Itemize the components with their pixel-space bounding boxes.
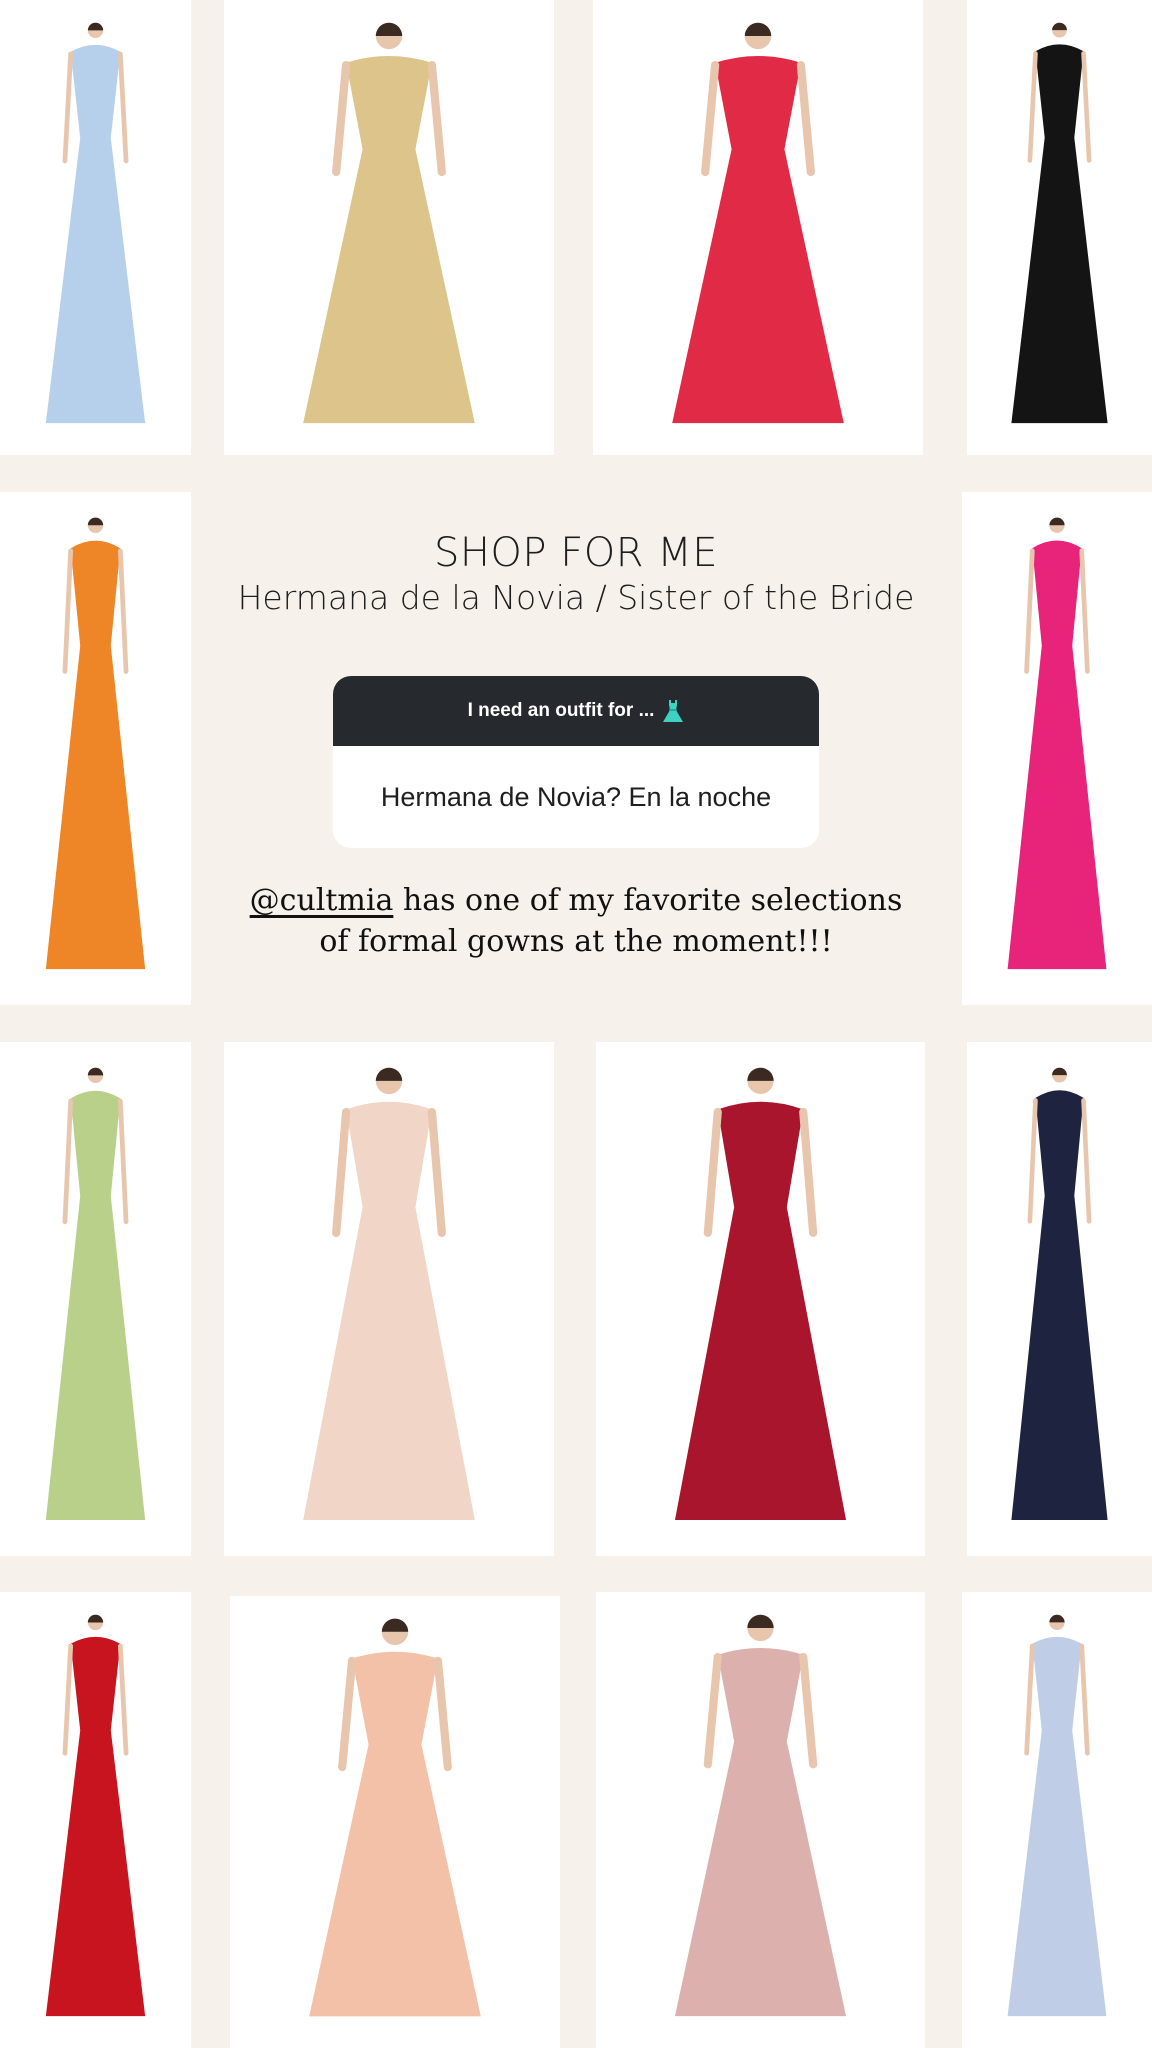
product-tile[interactable] [230,1596,560,2048]
model-arm [1027,51,1038,163]
gown-shape [1011,44,1108,424]
product-tile[interactable] [0,1592,191,2048]
gown-shape [674,1647,847,2017]
model-hair [747,1067,774,1081]
green-draped-gown-image [45,1067,146,1521]
gown-shape [1007,1636,1107,2017]
model-arm [1024,1643,1035,1756]
model-arm [433,1656,452,1772]
model-arm [338,1656,357,1772]
model-hair [744,22,772,36]
black-strapless-gown-image [1011,22,1108,424]
lavender-cape-gown-image [1007,1614,1107,2017]
gown-shape [672,55,844,424]
product-tile[interactable] [962,1592,1152,2048]
burgundy-ballgown-image [674,1067,847,1521]
red-embroidered-gown-image [672,22,844,424]
blush-satin-gown-image [674,1614,847,2017]
model-hair [375,1067,403,1081]
model-arm [703,1652,722,1769]
model-hair [375,22,403,36]
model-arm [62,51,74,164]
question-answer: Hermana de Novia? En la noche [380,781,772,812]
model-arm [1081,51,1092,163]
product-tile[interactable] [596,1592,925,2048]
model-arm [62,1643,74,1756]
light-blue-cape-gown-image [45,22,146,424]
model-hair [87,22,104,31]
product-tile[interactable] [593,0,923,455]
model-hair [1052,22,1067,31]
model-arm [1027,1098,1038,1224]
model-arm [117,1643,129,1756]
model-arm [332,1107,351,1238]
product-tile[interactable] [967,0,1152,455]
gown-shape [303,55,475,424]
blush-train-gown-image [303,1067,475,1521]
caption-line-1: has one of my favorite selections [393,883,903,918]
gown-shape [1011,1090,1108,1521]
model-arm [117,1098,129,1225]
model-arm [62,1098,74,1225]
gown-shape [45,44,146,424]
model-hair [381,1618,409,1632]
model-hair [87,517,104,526]
gown-shape [45,1090,146,1521]
caption-line-2: of formal gowns at the moment!!! [319,924,833,959]
gown-shape [45,1636,146,2017]
caption: @cultmia has one of my favorite selectio… [0,880,1152,962]
navy-lace-ballgown-image [1011,1067,1108,1521]
model-hair [87,1067,104,1076]
model-arm [117,51,129,164]
account-mention-link[interactable]: @cultmia [250,883,394,918]
dress-emoji-icon [663,700,684,722]
product-tile[interactable] [224,0,554,455]
model-hair [87,1614,104,1623]
product-tile[interactable] [596,1042,925,1556]
model-hair [747,1614,774,1628]
model-arm [1079,1643,1090,1756]
question-prompt: I need an outfit for ... [333,676,819,746]
model-arm [796,60,815,177]
peach-bow-gown-image [309,1618,481,2017]
question-prompt-text: I need an outfit for ... [467,700,655,721]
model-hair [1049,517,1065,526]
model-arm [1081,1098,1092,1224]
question-sticker[interactable]: I need an outfit for ... Hermana de Novi… [333,676,819,848]
story-subtitle: Hermana de la Novia / Sister of the Brid… [237,578,915,617]
product-tile[interactable] [0,1042,191,1556]
model-arm [427,60,446,177]
model-hair [1049,1614,1065,1623]
gold-cape-gown-image [303,22,475,424]
gown-shape [674,1101,847,1521]
story-title: SHOP FOR ME [433,530,719,576]
gown-shape [303,1101,475,1521]
model-arm [799,1652,818,1769]
product-tile[interactable] [967,1042,1152,1556]
model-arm [427,1107,446,1238]
model-arm [332,60,351,177]
red-draped-gown-image [45,1614,146,2017]
model-arm [799,1107,818,1237]
product-tile[interactable] [224,1042,554,1556]
model-hair [1052,1067,1067,1076]
model-arm [703,1107,722,1237]
product-tile[interactable] [0,0,191,455]
model-arm [701,60,720,177]
gown-shape [309,1651,481,2017]
